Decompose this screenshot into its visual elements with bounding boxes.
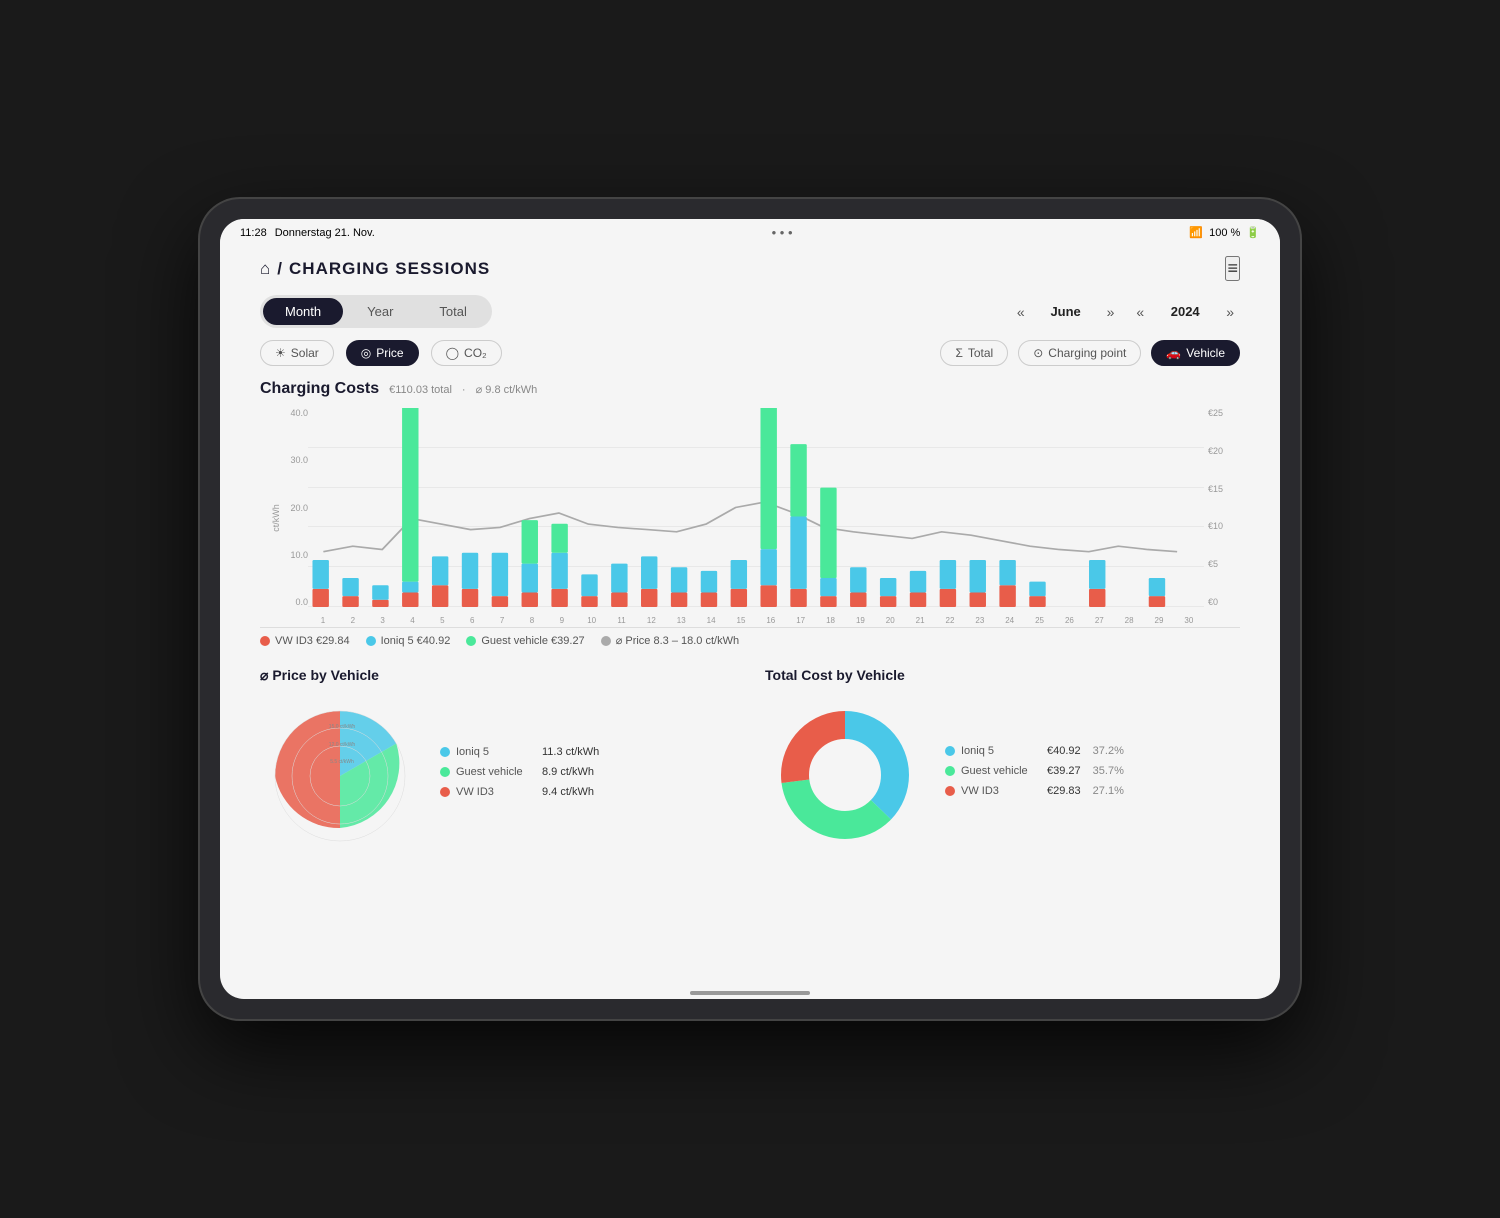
tab-month[interactable]: Month [263, 298, 343, 325]
filter-price[interactable]: ◎ Price [346, 340, 419, 366]
legend-dot-vw-id3 [260, 636, 270, 646]
charging-point-icon: ⊙ [1033, 346, 1043, 360]
breadcrumb-separator: / [277, 259, 283, 279]
legend-dot-total-vw [945, 786, 955, 796]
current-month: June [1041, 304, 1091, 319]
price-by-vehicle-section: ⌀ Price by Vehicle [260, 667, 735, 856]
filter-row: ☀ Solar ◎ Price ◯ CO₂ Σ Total [260, 340, 1240, 366]
legend-avg-price: ⌀ Price 8.3 – 18.0 ct/kWh [601, 634, 739, 647]
legend-dot-ioniq5-price [440, 747, 450, 757]
avg-price-line [323, 502, 1177, 552]
legend-dot-vw-price [440, 787, 450, 797]
wifi-icon: 📶 [1189, 226, 1203, 239]
menu-button[interactable]: ≡ [1225, 256, 1240, 281]
price-by-vehicle-legend: Ioniq 5 11.3 ct/kWh Guest vehicle 8.9 ct… [440, 746, 599, 806]
filter-total-label: Total [968, 346, 993, 360]
filter-right: Σ Total ⊙ Charging point 🚗 Vehicle [940, 340, 1240, 366]
price-icon: ◎ [361, 346, 371, 360]
filter-vehicle[interactable]: 🚗 Vehicle [1151, 340, 1240, 366]
chart-svg [308, 408, 1204, 607]
battery-icon: 🔋 [1246, 226, 1260, 239]
filter-co2[interactable]: ◯ CO₂ [431, 340, 502, 366]
donut-chart-svg [765, 695, 925, 855]
price-by-vehicle-chart: 15.0 ct/kWh 12.0 ct/kWh 5.5 ct/kWh Ioniq… [260, 696, 735, 856]
filter-solar-label: Solar [291, 346, 319, 360]
tab-total[interactable]: Total [417, 298, 488, 325]
next-year-button[interactable]: » [1220, 302, 1240, 322]
legend-item-vw-price: VW ID3 9.4 ct/kWh [440, 786, 599, 798]
charging-costs-section: Charging Costs €110.03 total · ⌀ 9.8 ct/… [260, 380, 1240, 647]
tab-row: Month Year Total « June » « 2024 » [260, 295, 1240, 328]
tablet-frame: 11:28 Donnerstag 21. Nov. • • • 📶 100 % … [200, 199, 1300, 1019]
home-icon: ⌂ [260, 259, 271, 279]
legend-total-guest: Guest vehicle €39.27 35.7% [945, 765, 1124, 777]
price-by-vehicle-title: ⌀ Price by Vehicle [260, 667, 735, 684]
svg-text:15.0 ct/kWh: 15.0 ct/kWh [329, 724, 356, 730]
current-year: 2024 [1160, 304, 1210, 319]
chart-avg: ⌀ 9.8 ct/kWh [476, 383, 538, 396]
prev-year-button[interactable]: « [1130, 302, 1150, 322]
vehicle-icon: 🚗 [1166, 346, 1181, 360]
donut-center [811, 741, 879, 809]
total-cost-chart: Ioniq 5 €40.92 37.2% Guest vehicle €39.2… [765, 695, 1240, 855]
polar-chart-svg: 15.0 ct/kWh 12.0 ct/kWh 5.5 ct/kWh [260, 696, 420, 856]
legend-dot-ioniq5 [366, 636, 376, 646]
sigma-icon: Σ [955, 346, 962, 360]
tab-year[interactable]: Year [345, 298, 415, 325]
y-axis-right: €25 €20 €15 €10 €5 €0 [1208, 408, 1238, 607]
legend-total-vw: VW ID3 €29.83 27.1% [945, 785, 1124, 797]
filter-charging-point-label: Charging point [1048, 346, 1126, 360]
legend-total-ioniq5: Ioniq 5 €40.92 37.2% [945, 745, 1124, 757]
legend-dot-avg [601, 636, 611, 646]
page-title: CHARGING SESSIONS [289, 259, 490, 279]
legend-item-ioniq5: Ioniq 5 11.3 ct/kWh [440, 746, 599, 758]
filter-left: ☀ Solar ◎ Price ◯ CO₂ [260, 340, 502, 366]
chart-title: Charging Costs [260, 380, 379, 398]
filter-charging-point[interactable]: ⊙ Charging point [1018, 340, 1141, 366]
legend-dot-total-ioniq5 [945, 746, 955, 756]
svg-text:12.0 ct/kWh: 12.0 ct/kWh [329, 742, 356, 748]
svg-text:5.5 ct/kWh: 5.5 ct/kWh [330, 759, 354, 765]
filter-price-label: Price [376, 346, 403, 360]
x-labels: 1 2 3 4 5 6 7 8 9 10 11 12 13 14 [308, 616, 1204, 625]
status-date: Donnerstag 21. Nov. [275, 227, 375, 239]
bottom-charts: ⌀ Price by Vehicle [260, 667, 1240, 856]
breadcrumb: ⌂ / CHARGING SESSIONS [260, 259, 490, 279]
prev-month-button[interactable]: « [1011, 302, 1031, 322]
legend-guest: Guest vehicle €39.27 [466, 634, 584, 647]
chart-total: €110.03 total [389, 384, 452, 396]
co2-icon: ◯ [446, 346, 459, 360]
filter-vehicle-label: Vehicle [1186, 346, 1225, 360]
filter-co2-label: CO₂ [464, 346, 487, 360]
next-month-button[interactable]: » [1101, 302, 1121, 322]
total-cost-legend: Ioniq 5 €40.92 37.2% Guest vehicle €39.2… [945, 745, 1124, 805]
y-axis-left: 40.0 30.0 20.0 10.0 0.0 [266, 408, 308, 607]
status-bar: 11:28 Donnerstag 21. Nov. • • • 📶 100 % … [220, 219, 1280, 246]
tablet-screen: 11:28 Donnerstag 21. Nov. • • • 📶 100 % … [220, 219, 1280, 999]
legend-dot-guest-price [440, 767, 450, 777]
legend-vw-id3: VW ID3 €29.84 [260, 634, 350, 647]
nav-controls: « June » « 2024 » [1011, 302, 1240, 322]
legend-dot-guest [466, 636, 476, 646]
legend-dot-total-guest [945, 766, 955, 776]
tab-group: Month Year Total [260, 295, 492, 328]
solar-icon: ☀ [275, 346, 286, 360]
legend-ioniq5: Ioniq 5 €40.92 [366, 634, 451, 647]
total-cost-title: Total Cost by Vehicle [765, 667, 1240, 683]
battery-level: 100 % [1209, 227, 1240, 239]
filter-solar[interactable]: ☀ Solar [260, 340, 334, 366]
home-bar [690, 991, 810, 995]
chart-legend: VW ID3 €29.84 Ioniq 5 €40.92 Guest vehic… [260, 634, 1240, 647]
content-area: ⌂ / CHARGING SESSIONS ≡ Month Year Total… [220, 246, 1280, 985]
status-time: 11:28 [240, 227, 267, 239]
chart-container: ct/kWh 40.0 30.0 20.0 10.0 [260, 408, 1240, 628]
filter-total[interactable]: Σ Total [940, 340, 1008, 366]
total-cost-by-vehicle-section: Total Cost by Vehicle [765, 667, 1240, 856]
header: ⌂ / CHARGING SESSIONS ≡ [260, 256, 1240, 281]
legend-item-guest-price: Guest vehicle 8.9 ct/kWh [440, 766, 599, 778]
